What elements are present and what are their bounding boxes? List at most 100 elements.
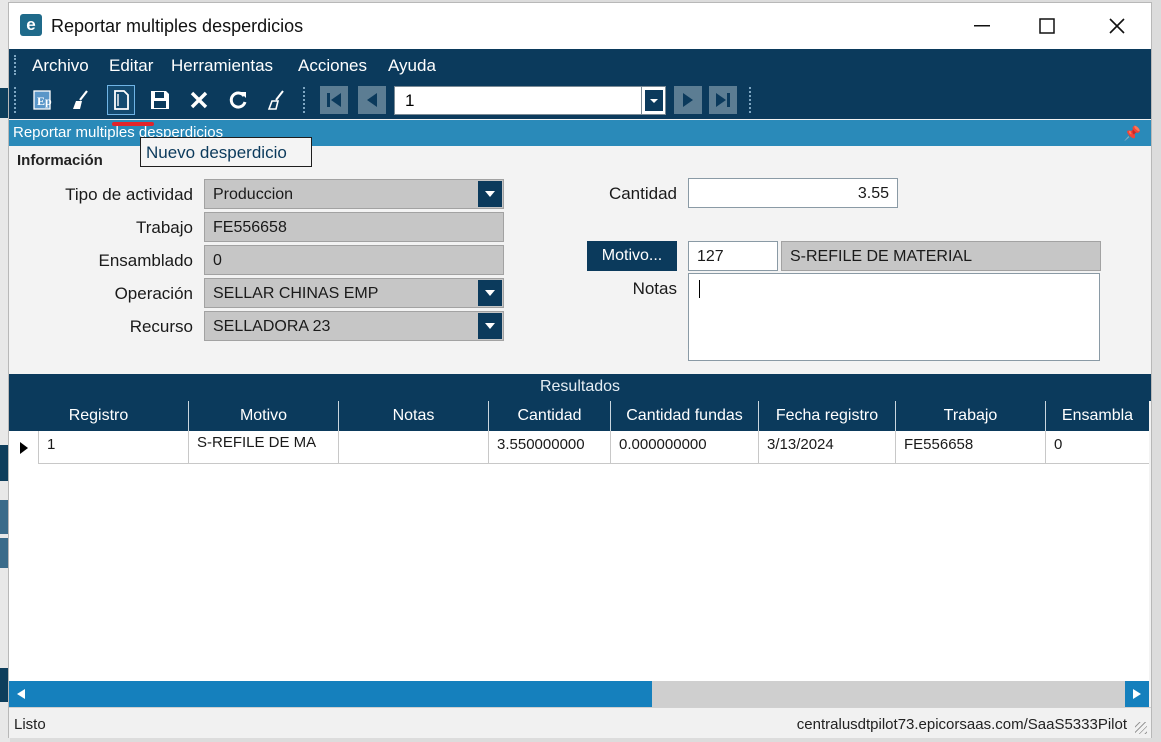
cell-motivo[interactable]: S-REFILE DE MA (189, 431, 339, 464)
menu-ayuda[interactable]: Ayuda (388, 56, 436, 76)
column-header-ensamblado[interactable]: Ensambla (1046, 401, 1149, 431)
motivo-code-input[interactable]: 127 (688, 241, 778, 271)
cell-notas[interactable] (339, 431, 489, 464)
server-url: centralusdtpilot73.epicorsaas.com/SaaS53… (796, 716, 1127, 733)
tipo-actividad-combo[interactable]: Produccion (204, 179, 504, 209)
cell-cantidad[interactable]: 3.550000000 (489, 431, 611, 464)
results-grid-header: Registro Motivo Notas Cantidad Cantidad … (9, 401, 1149, 431)
first-icon (327, 93, 341, 107)
text-caret (699, 280, 700, 298)
refresh-icon (229, 91, 247, 109)
scroll-left-button[interactable] (9, 681, 33, 707)
cell-fecha-registro[interactable]: 3/13/2024 (759, 431, 896, 464)
close-button[interactable] (1094, 11, 1140, 41)
title-bar: e Reportar multiples desperdicios (9, 3, 1151, 49)
pin-icon[interactable]: 📌 (1124, 125, 1141, 142)
last-icon (716, 93, 730, 107)
tooltip: Nuevo desperdicio (140, 137, 312, 167)
chevron-down-icon[interactable] (478, 181, 502, 207)
notas-label: Notas (632, 279, 677, 298)
tipo-actividad-label: Tipo de actividad (65, 185, 193, 204)
chevron-down-icon[interactable] (478, 280, 502, 306)
results-grid: 1 S-REFILE DE MA 3.550000000 0.000000000… (9, 431, 1149, 681)
previous-icon (367, 93, 377, 107)
cantidad-input[interactable]: 3.55 (688, 178, 898, 208)
menu-archivo[interactable]: Archivo (32, 56, 89, 76)
cell-cantidad-fundas[interactable]: 0.000000000 (611, 431, 759, 464)
delete-button[interactable] (185, 85, 213, 115)
operacion-value: SELLAR CHINAS EMP (213, 285, 379, 302)
highlight-underline (112, 122, 154, 126)
cell-ensamblado[interactable]: 0 (1046, 431, 1149, 464)
delete-icon (190, 91, 208, 109)
first-record-button[interactable] (320, 86, 348, 114)
ensamblado-field: 0 (204, 245, 504, 275)
maximize-icon (1039, 18, 1055, 34)
column-header-cantidad-fundas[interactable]: Cantidad fundas (611, 401, 759, 431)
save-button[interactable] (146, 85, 174, 115)
tipo-actividad-value: Produccion (213, 186, 294, 203)
refresh-button[interactable] (224, 85, 252, 115)
menu-bar: Archivo Editar Herramientas Acciones Ayu… (9, 49, 1151, 81)
report-scrap-window: e Reportar multiples desperdicios Archiv… (8, 2, 1152, 738)
recurso-label: Recurso (129, 317, 193, 336)
recurso-combo[interactable]: SELLADORA 23 (204, 311, 504, 341)
minimize-button[interactable] (959, 11, 1005, 41)
resize-grip[interactable] (1135, 722, 1147, 734)
recurso-value: SELLADORA 23 (213, 318, 331, 335)
next-record-button[interactable] (674, 86, 702, 114)
section-title: Información (17, 152, 103, 169)
maximize-button[interactable] (1024, 11, 1070, 41)
epicor-app-icon: e (20, 14, 42, 36)
save-icon (151, 91, 169, 109)
results-title: Resultados (9, 374, 1151, 401)
toolbar-grip (14, 87, 18, 113)
open-button[interactable]: Ep (29, 85, 57, 115)
scroll-right-button[interactable] (1125, 681, 1149, 707)
operacion-label: Operación (114, 284, 193, 303)
caret-right-icon (19, 441, 28, 454)
chevron-down-icon (644, 90, 663, 111)
scroll-right-icon (1133, 689, 1141, 699)
menu-herramientas[interactable]: Herramientas (171, 56, 273, 76)
close-icon (1109, 18, 1125, 34)
column-header-fecha-registro[interactable]: Fecha registro (759, 401, 896, 431)
record-navigator-dropdown[interactable] (642, 86, 666, 115)
column-header-notas[interactable]: Notas (339, 401, 489, 431)
open-icon: Ep (33, 90, 52, 110)
trabajo-field: FE556658 (204, 212, 504, 242)
new-button[interactable] (107, 85, 135, 115)
menu-editar[interactable]: Editar (109, 56, 153, 76)
column-header-cantidad[interactable]: Cantidad (489, 401, 611, 431)
last-record-button[interactable] (709, 86, 737, 114)
previous-record-button[interactable] (358, 86, 386, 114)
svg-text:Ep: Ep (37, 94, 52, 108)
trabajo-label: Trabajo (135, 218, 193, 237)
cell-trabajo[interactable]: FE556658 (896, 431, 1046, 464)
operacion-combo[interactable]: SELLAR CHINAS EMP (204, 278, 504, 308)
motivo-button[interactable]: Motivo... (587, 241, 677, 271)
toolbar-separator (303, 87, 307, 113)
horizontal-scrollbar[interactable] (9, 681, 1149, 707)
column-header-motivo[interactable]: Motivo (189, 401, 339, 431)
notas-textarea[interactable] (688, 273, 1100, 361)
cantidad-label: Cantidad (608, 184, 677, 203)
column-header-registro[interactable]: Registro (9, 401, 189, 431)
toolbar-grip-end (749, 87, 753, 113)
column-header-trabajo[interactable]: Trabajo (896, 401, 1046, 431)
clear-icon (73, 90, 88, 109)
clear-button[interactable] (68, 85, 96, 115)
record-navigator-input[interactable]: 1 (394, 86, 642, 115)
table-row[interactable]: 1 S-REFILE DE MA 3.550000000 0.000000000… (9, 431, 1149, 464)
menu-acciones[interactable]: Acciones (298, 56, 367, 76)
scrollbar-thumb[interactable] (33, 681, 652, 707)
status-bar: Listo centralusdtpilot73.epicorsaas.com/… (9, 707, 1151, 738)
cell-registro[interactable]: 1 (39, 431, 189, 464)
chevron-down-icon[interactable] (478, 313, 502, 339)
motivo-description-field: S-REFILE DE MATERIAL (781, 241, 1101, 271)
new-icon (114, 90, 129, 110)
next-icon (683, 93, 693, 107)
toolbar: Ep 1 (9, 81, 1151, 119)
row-selector[interactable] (9, 431, 39, 464)
clear-brush-button[interactable] (263, 85, 291, 115)
